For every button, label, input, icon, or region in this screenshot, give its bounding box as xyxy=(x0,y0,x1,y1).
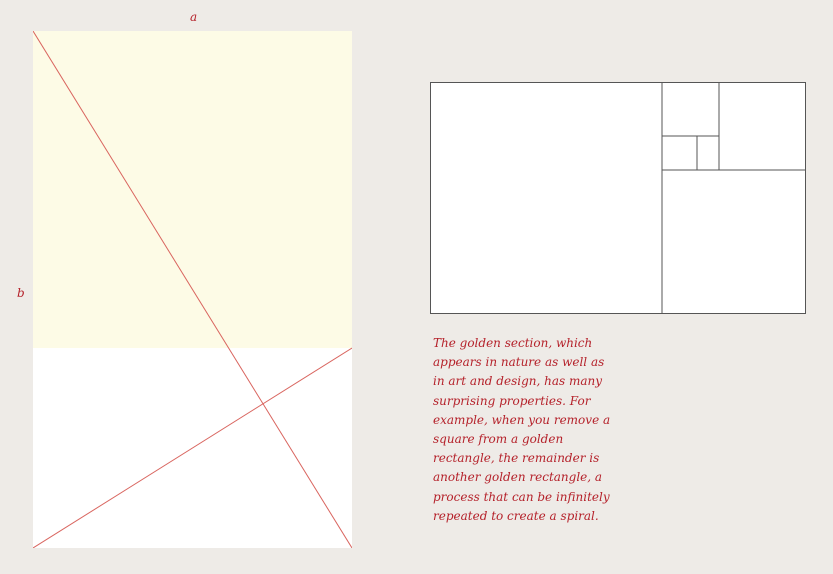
outer-golden-rectangle xyxy=(430,82,806,314)
square-region xyxy=(33,31,352,348)
golden-section-figure: a b The golden section, which appears in… xyxy=(0,0,833,574)
caption-text: The golden section, which appears in nat… xyxy=(433,336,611,523)
golden-spiral-rectangles xyxy=(430,82,806,314)
side-label-b: b xyxy=(17,286,25,300)
side-label-a: a xyxy=(190,10,198,24)
golden-rectangle-construction xyxy=(33,31,352,548)
